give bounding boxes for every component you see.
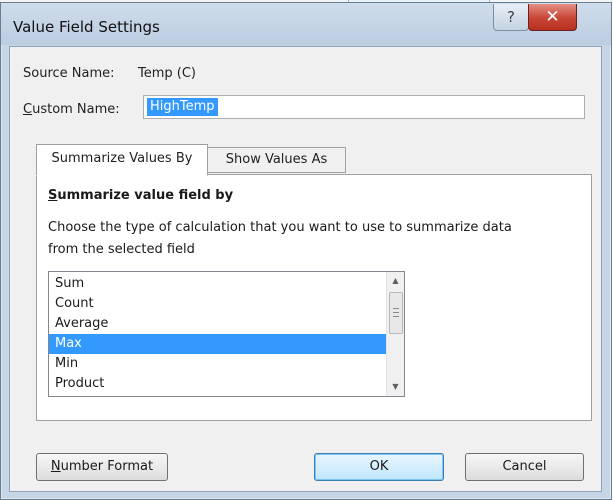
list-item-product[interactable]: Product (49, 374, 390, 394)
close-icon: ✕ (545, 7, 560, 27)
list-item-average[interactable]: Average (49, 314, 390, 334)
list-scrollbar[interactable]: ▲ ▼ (386, 272, 404, 396)
scroll-down-icon[interactable]: ▼ (387, 378, 404, 395)
dialog-body: Source Name: Temp (C) Custom Name: HighT… (9, 46, 602, 492)
scroll-up-icon[interactable]: ▲ (387, 272, 404, 289)
number-format-button[interactable]: Number Format (36, 453, 168, 481)
summarize-panel: Summarize value field by Choose the type… (36, 174, 592, 421)
source-name-value: Temp (C) (138, 66, 196, 81)
list-item-count[interactable]: Count (49, 294, 390, 314)
scroll-thumb[interactable] (389, 292, 403, 334)
custom-name-value: HighTemp (147, 98, 218, 116)
ok-button[interactable]: OK (314, 453, 444, 481)
tab-show-values-as[interactable]: Show Values As (207, 147, 346, 173)
custom-name-label: Custom Name: (23, 102, 120, 117)
panel-heading: Summarize value field by (48, 188, 234, 203)
value-field-settings-dialog: Value Field Settings ? ✕ Source Name: Te… (0, 2, 612, 500)
cancel-button[interactable]: Cancel (465, 453, 584, 481)
panel-description: Choose the type of calculation that you … (48, 220, 512, 257)
help-button[interactable]: ? (493, 4, 529, 31)
source-name-label: Source Name: (23, 66, 115, 81)
custom-name-input[interactable]: HighTemp (143, 95, 585, 119)
list-item-sum[interactable]: Sum (49, 274, 390, 294)
help-icon: ? (507, 8, 515, 26)
grip-line (393, 312, 399, 313)
grip-line (393, 308, 399, 309)
list-item-max[interactable]: Max (49, 334, 390, 354)
title-bar[interactable]: Value Field Settings ? ✕ (1, 3, 611, 45)
close-button[interactable]: ✕ (528, 4, 577, 31)
calculation-list[interactable]: Sum Count Average Max Min Product ▲ ▼ (48, 271, 405, 397)
list-item-min[interactable]: Min (49, 354, 390, 374)
grip-line (393, 316, 399, 317)
dialog-title: Value Field Settings (13, 18, 160, 36)
tab-summarize-values-by[interactable]: Summarize Values By (36, 144, 208, 176)
